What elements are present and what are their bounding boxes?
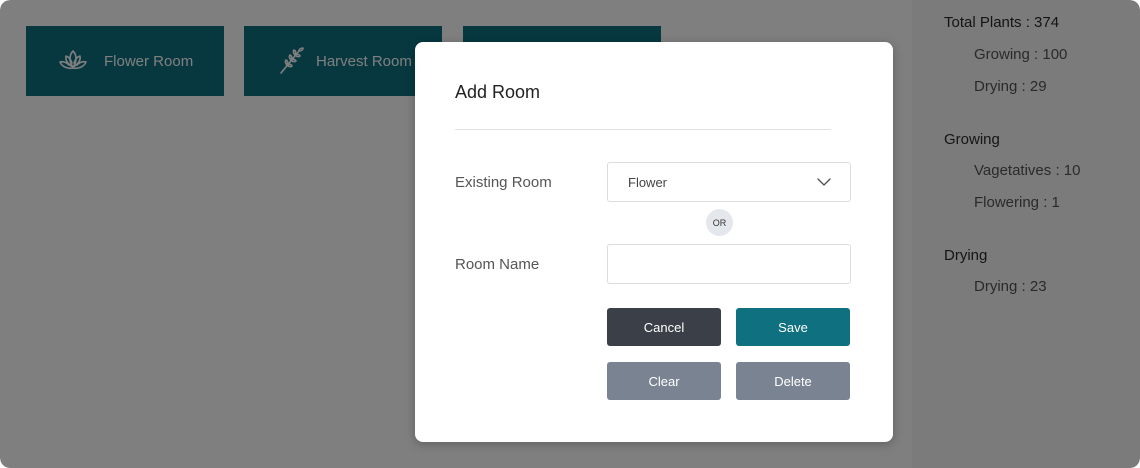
dialog-divider	[455, 129, 831, 130]
save-button[interactable]: Save	[736, 308, 850, 346]
app-window: Flower Room Harvest Room Tota	[0, 0, 1140, 468]
cancel-button[interactable]: Cancel	[607, 308, 721, 346]
existing-room-value: Flower	[628, 175, 668, 190]
delete-button[interactable]: Delete	[736, 362, 850, 400]
add-room-dialog: Add Room Existing Room Flower OR Room Na…	[415, 42, 893, 442]
dialog-title: Add Room	[455, 82, 541, 102]
existing-room-label: Existing Room	[455, 174, 552, 191]
chevron-down-icon	[816, 175, 832, 189]
or-divider-badge: OR	[706, 209, 733, 236]
room-name-label: Room Name	[455, 256, 540, 273]
room-name-input[interactable]	[607, 244, 851, 284]
existing-room-select[interactable]: Flower	[607, 162, 851, 202]
clear-button[interactable]: Clear	[607, 362, 721, 400]
